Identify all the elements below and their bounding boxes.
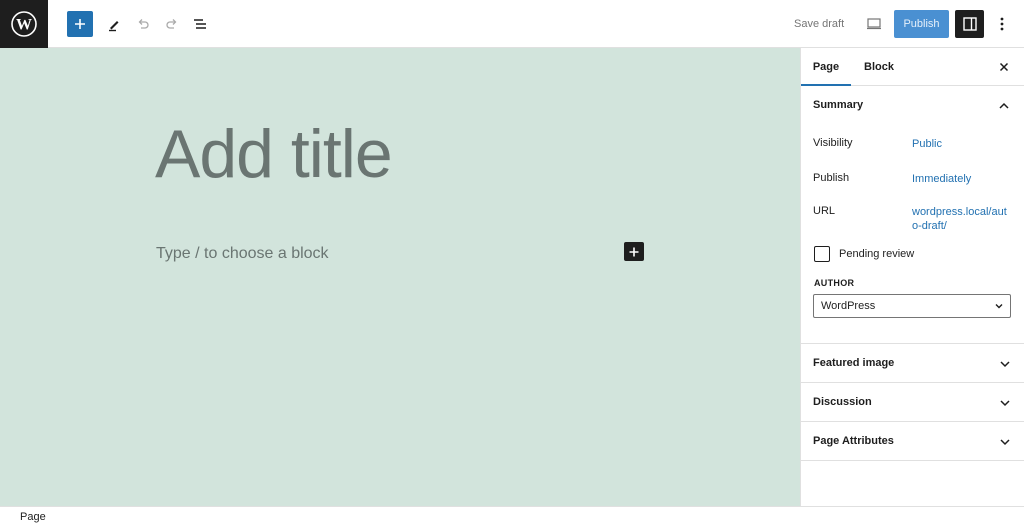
undo-icon [138,19,149,29]
preview-button[interactable] [860,10,888,38]
row-label: Publish [813,172,850,184]
redo-button[interactable] [158,10,186,38]
author-selected-value: WordPress [821,300,876,312]
sidebar-tabs: Page Block [801,48,1024,86]
plus-icon [629,247,639,256]
author-label: AUTHOR [814,278,855,288]
tools-button[interactable] [100,10,128,38]
chevron-down-icon [994,301,1004,311]
add-block-button[interactable] [67,11,93,37]
visibility-link[interactable]: Public [912,137,1012,151]
svg-text:W: W [16,17,32,34]
redo-icon [166,19,177,29]
status-footer: Page [0,506,1024,526]
editor-toolbar: W Save draft Publish [0,0,1024,48]
more-vertical-icon [1000,17,1004,31]
settings-toggle-button[interactable] [955,10,984,38]
undo-button[interactable] [129,10,157,38]
publish-button[interactable]: Publish [894,10,949,38]
close-icon [999,62,1009,72]
author-select[interactable]: WordPress [813,294,1011,318]
collapsed-panels: Featured image Discussion Page Attribute… [801,344,1024,461]
page-attributes-panel-toggle[interactable]: Page Attributes [801,422,1024,461]
settings-sidebar: Page Block Summary Visibility Public Pub… [800,48,1024,506]
chevron-down-icon [999,397,1011,409]
tab-block[interactable]: Block [864,48,894,86]
pending-review-label: Pending review [839,248,915,260]
url-link[interactable]: wordpress.local/auto-draft/ [912,205,1012,233]
panel-title: Featured image [813,357,895,369]
desktop-preview-icon [867,18,881,30]
pencil-icon [109,21,119,32]
save-draft-button[interactable]: Save draft [786,10,852,38]
list-view-button[interactable] [186,10,214,38]
plus-icon [75,19,85,29]
close-sidebar-button[interactable] [996,59,1012,75]
chevron-up-icon [998,100,1010,112]
breadcrumb[interactable]: Page [20,511,46,523]
inline-add-block-button[interactable] [624,242,644,261]
publish-date-link[interactable]: Immediately [912,172,1012,186]
featured-image-panel-toggle[interactable]: Featured image [801,344,1024,383]
list-view-icon [194,19,206,29]
panel-title: Summary [813,99,864,111]
more-options-button[interactable] [990,10,1014,38]
row-label: Visibility [813,137,853,149]
discussion-panel-toggle[interactable]: Discussion [801,383,1024,422]
wordpress-logo-icon: W [11,11,37,37]
chevron-down-icon [999,436,1011,448]
post-title-input[interactable]: Add title [155,114,393,194]
wordpress-logo-button[interactable]: W [0,0,48,48]
pending-review-checkbox[interactable] [814,246,830,262]
panel-title: Discussion [813,396,872,408]
default-block-appender[interactable]: Type / to choose a block [156,245,329,263]
summary-panel-toggle[interactable]: Summary [801,86,1024,125]
panel-title: Page Attributes [813,435,894,447]
tab-page[interactable]: Page [801,48,851,86]
editor-canvas: Add title Type / to choose a block [0,48,800,506]
chevron-down-icon [999,358,1011,370]
row-label: URL [813,205,836,217]
sidebar-settings-icon [962,17,977,31]
